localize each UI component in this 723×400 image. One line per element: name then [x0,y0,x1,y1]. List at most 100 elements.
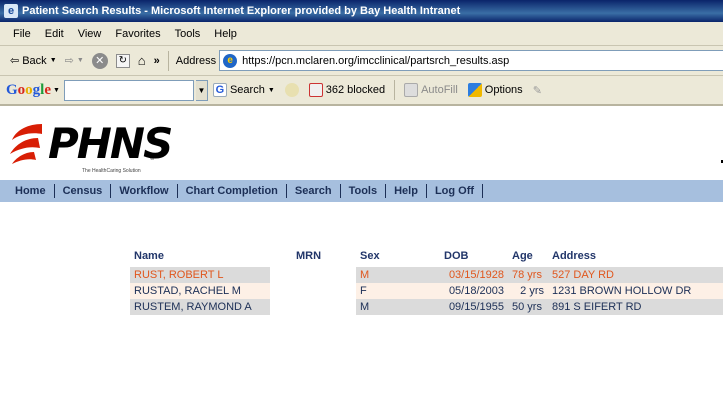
forward-arrow-icon: ⇨ [64,55,74,67]
menu-favorites[interactable]: Favorites [108,28,167,40]
nav-divider [176,184,178,198]
patient-dob: 05/18/2003 [428,283,508,299]
chevron-down-icon: ▼ [267,86,275,94]
app-nav-bar: Home Census Workflow Chart Completion Se… [0,180,723,202]
patient-address: 1231 BROWN HOLLOW DR [548,283,723,299]
google-search-button[interactable]: G Search ▼ [208,83,280,97]
table-header-row: Name MRN Sex DOB Age Address [130,245,723,267]
page-content: PHNS ® The HealthCaring Solution Home Ce… [0,108,723,400]
patient-age: 50 yrs [508,299,548,315]
google-g-icon: G [212,83,227,97]
menu-file[interactable]: File [6,28,38,40]
patient-age: 2 yrs [508,283,548,299]
toolbar-divider [394,80,396,100]
google-search-input[interactable] [63,79,194,101]
table-row[interactable]: RUSTEM, RAYMOND A M 09/15/1955 50 yrs 89… [130,299,723,315]
column-header-dob: DOB [428,245,508,267]
pencil-icon: ✎ [532,84,542,97]
refresh-button[interactable]: ↻ [112,53,134,68]
nav-census[interactable]: Census [58,185,108,197]
options-icon [467,83,482,97]
menu-edit[interactable]: Edit [38,28,71,40]
google-search-label: Search [229,84,265,96]
back-label: Back [22,54,47,67]
back-arrow-icon: ⇦ [10,55,20,67]
options-label: Options [484,84,523,96]
nav-divider [425,184,427,198]
address-bar[interactable]: e https://pcn.mclaren.org/imcclinical/pa… [219,50,723,71]
popup-blocked-label: 362 blocked [325,84,386,96]
registered-mark: ® [150,156,155,162]
toolbar-divider [167,50,169,71]
nav-workflow[interactable]: Workflow [114,185,173,197]
patient-name[interactable]: RUSTEM, RAYMOND A [130,299,270,315]
page-icon: e [223,53,238,68]
menu-tools[interactable]: Tools [168,28,208,40]
nav-search[interactable]: Search [290,185,337,197]
google-toolbar: Google ▼ ▼ G Search ▼ 362 blocked AutoFi… [0,76,723,106]
title-bar: e Patient Search Results - Microsoft Int… [0,0,723,22]
chevron-down-icon: ▼ [76,57,84,64]
menu-bar: File Edit View Favorites Tools Help [0,22,723,46]
google-search-dropdown[interactable]: ▼ [195,79,208,101]
patient-mrn [270,283,356,299]
nav-tools[interactable]: Tools [344,185,383,197]
nav-divider [285,184,287,198]
patient-address: 891 S EIFERT RD [548,299,723,315]
column-header-address: Address [548,245,723,267]
highlighter-button[interactable]: ✎ [528,84,547,97]
google-logo[interactable]: Google [6,82,51,99]
nav-divider [385,184,387,198]
patient-dob: 03/15/1928 [428,267,508,283]
address-label: Address [175,54,217,67]
stop-icon: ✕ [91,52,108,69]
table-row[interactable]: RUST, ROBERT L M 03/15/1928 78 yrs 527 D… [130,267,723,283]
nav-divider [110,184,112,198]
nav-log-off[interactable]: Log Off [430,185,479,197]
chevron-down-icon: ▼ [49,57,57,64]
address-url: https://pcn.mclaren.org/imcclinical/part… [242,54,510,67]
autofill-icon [404,83,419,97]
forward-button[interactable]: ⇨ ▼ [61,54,88,67]
table-row[interactable]: RUSTAD, RACHEL M F 05/18/2003 2 yrs 1231… [130,283,723,299]
ie-app-icon: e [4,4,18,18]
patient-sex: F [356,283,428,299]
menu-help[interactable]: Help [207,28,244,40]
refresh-icon: ↻ [115,53,130,68]
back-button[interactable]: ⇦ Back ▼ [6,54,61,68]
column-header-name: Name [130,245,270,267]
patient-name[interactable]: RUST, ROBERT L [130,267,270,283]
phns-logo: PHNS ® The HealthCaring Solution [8,116,173,176]
autofill-button[interactable]: AutoFill [399,83,463,97]
patient-results-table: Name MRN Sex DOB Age Address RUST, ROBER… [130,245,723,315]
logo-tagline: The HealthCaring Solution [82,168,141,174]
patient-name[interactable]: RUSTAD, RACHEL M [130,283,270,299]
popup-blocked-icon [308,83,323,97]
column-header-age: Age [508,245,548,267]
patient-address: 527 DAY RD [548,267,723,283]
menu-view[interactable]: View [71,28,109,40]
nav-divider [339,184,341,198]
column-header-sex: Sex [356,245,428,267]
popup-blocker-button[interactable]: 362 blocked [304,83,390,97]
window-title: Patient Search Results - Microsoft Inter… [22,5,461,17]
patient-sex: M [356,299,428,315]
toolbar-overflow-button[interactable]: » [150,55,164,67]
nav-divider [482,184,484,198]
nav-chart-completion[interactable]: Chart Completion [181,185,283,197]
nav-home[interactable]: Home [10,185,51,197]
phns-swoosh-icon [10,124,42,164]
navigation-toolbar: ⇦ Back ▼ ⇨ ▼ ✕ ↻ ⌂ » Address e https://p… [0,46,723,76]
pagerank-button[interactable] [280,83,304,97]
patient-mrn [270,299,356,315]
home-button[interactable]: ⌂ [134,53,150,68]
chevron-down-icon[interactable]: ▼ [53,87,60,94]
column-header-mrn: MRN [270,245,356,267]
patient-sex: M [356,267,428,283]
stop-button[interactable]: ✕ [88,52,112,69]
nav-help[interactable]: Help [389,185,423,197]
home-icon: ⌂ [137,53,146,68]
patient-age: 78 yrs [508,267,548,283]
autofill-label: AutoFill [421,84,458,96]
options-button[interactable]: Options [463,83,528,97]
